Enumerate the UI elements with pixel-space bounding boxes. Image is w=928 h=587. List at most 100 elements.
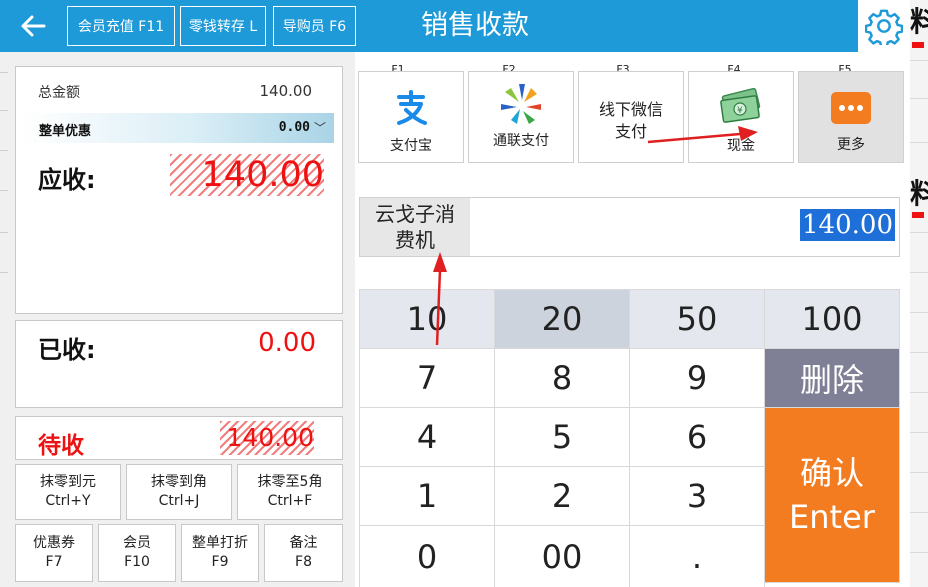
page-title: 销售收款 bbox=[421, 10, 529, 41]
key-4[interactable]: 4 bbox=[360, 408, 495, 467]
paid-label: 已收: bbox=[38, 336, 96, 364]
alipay-button[interactable]: 支付宝 bbox=[358, 71, 464, 163]
key-8[interactable]: 8 bbox=[495, 349, 630, 408]
edge-char: 料 bbox=[910, 177, 928, 210]
shortcut-key: F7 bbox=[45, 554, 63, 570]
back-arrow-icon bbox=[21, 15, 46, 37]
member-recharge-button[interactable]: 会员充值 F11 bbox=[67, 6, 175, 46]
total-amount-value: 140.00 bbox=[259, 82, 313, 100]
terminal-label: 云戈子消 费机 bbox=[360, 198, 470, 256]
alipay-icon bbox=[397, 90, 427, 125]
payment-amount-input[interactable]: 140.00 bbox=[800, 209, 895, 241]
edge-divider bbox=[910, 98, 928, 99]
edge-char: 料 bbox=[910, 5, 928, 38]
salesperson-button[interactable]: 导购员 F6 bbox=[273, 6, 356, 46]
order-discount-percent-button[interactable]: 整单打折 F9 bbox=[181, 524, 259, 582]
background-stripe bbox=[0, 150, 8, 151]
key-6[interactable]: 6 bbox=[630, 408, 765, 467]
key-1[interactable]: 1 bbox=[360, 467, 495, 526]
background-stripe bbox=[0, 72, 8, 73]
round-to-jiao-button[interactable]: 抹零到角 Ctrl+J bbox=[126, 464, 232, 520]
confirm-label: 确认 bbox=[799, 454, 864, 492]
pending-label: 待收 bbox=[38, 433, 84, 459]
payment-terminal-row: 云戈子消 费机 140.00 bbox=[359, 197, 900, 257]
shortcut-label: 优惠券 bbox=[33, 535, 75, 551]
background-stripe bbox=[0, 110, 8, 111]
cash-button[interactable]: ¥ 现金 bbox=[688, 71, 794, 163]
key-3[interactable]: 3 bbox=[630, 467, 765, 526]
back-button[interactable] bbox=[8, 8, 58, 44]
gear-icon bbox=[865, 9, 903, 45]
cash-icon: ¥ bbox=[720, 87, 761, 123]
key-0[interactable]: 0 bbox=[360, 526, 495, 587]
shortcut-key: F10 bbox=[124, 554, 150, 570]
edge-divider bbox=[910, 142, 928, 143]
order-discount-row[interactable]: 整单优惠 0.00 ﹀ bbox=[22, 113, 334, 143]
more-payment-button[interactable]: 更多 bbox=[798, 71, 904, 163]
shortcut-label: 备注 bbox=[289, 535, 318, 551]
terminal-label-line: 费机 bbox=[395, 228, 435, 252]
offline-wechat-pay-button[interactable]: 线下微信 支付 bbox=[578, 71, 684, 163]
key-9[interactable]: 9 bbox=[630, 349, 765, 408]
key-5[interactable]: 5 bbox=[495, 408, 630, 467]
title-bar: 会员充值 F11 零钱转存 L 导购员 F6 销售收款 bbox=[0, 0, 910, 52]
quick-amount-20[interactable]: 20 bbox=[495, 290, 630, 349]
allinpay-button[interactable]: 通联支付 bbox=[468, 71, 574, 163]
coupon-button[interactable]: 优惠券 F7 bbox=[15, 524, 93, 582]
edge-divider bbox=[910, 512, 928, 513]
allinpay-icon bbox=[501, 84, 541, 124]
shortcut-label: 抹零到元 bbox=[40, 474, 96, 490]
background-stripe bbox=[0, 232, 8, 233]
edge-mark bbox=[912, 212, 924, 218]
quick-amount-10[interactable]: 10 bbox=[360, 290, 495, 349]
edge-divider bbox=[910, 272, 928, 273]
amount-due-label: 应收: bbox=[38, 166, 96, 194]
remark-button[interactable]: 备注 F8 bbox=[264, 524, 343, 582]
keypad: 10 20 50 100 7 8 9 删除 4 5 6 1 2 3 0 00 .… bbox=[359, 289, 900, 587]
change-deposit-button[interactable]: 零钱转存 L bbox=[180, 6, 266, 46]
edge-divider bbox=[910, 552, 928, 553]
shortcut-key: F9 bbox=[211, 554, 229, 570]
paid-value: 0.00 bbox=[258, 328, 316, 358]
payment-label: 支付宝 bbox=[390, 138, 432, 154]
terminal-label-line: 云戈子消 bbox=[375, 202, 455, 226]
shortcut-label: 抹零到角 bbox=[151, 474, 207, 490]
shortcut-key: Ctrl+F bbox=[267, 493, 313, 509]
edge-divider bbox=[910, 432, 928, 433]
more-icon bbox=[831, 92, 871, 124]
delete-button[interactable]: 删除 bbox=[765, 349, 900, 408]
round-to-yuan-button[interactable]: 抹零到元 Ctrl+Y bbox=[15, 464, 121, 520]
order-discount-label: 整单优惠 bbox=[39, 124, 92, 139]
order-discount-value: 0.00 bbox=[278, 120, 310, 135]
edge-mark bbox=[912, 42, 924, 48]
payment-label: 线下微信 bbox=[598, 100, 663, 119]
key-00[interactable]: 00 bbox=[495, 526, 630, 587]
shortcut-label: 整单打折 bbox=[192, 535, 248, 551]
round-to-half-yuan-button[interactable]: 抹零至5角 Ctrl+F bbox=[237, 464, 343, 520]
payment-label: 支付 bbox=[614, 122, 647, 141]
shortcut-key: Ctrl+Y bbox=[45, 493, 91, 509]
total-amount-label: 总金额 bbox=[38, 85, 80, 101]
key-2[interactable]: 2 bbox=[495, 467, 630, 526]
settings-button[interactable] bbox=[858, 0, 910, 52]
shortcut-label: 会员 bbox=[123, 535, 151, 551]
payment-label: 通联支付 bbox=[493, 133, 549, 149]
quick-amount-100[interactable]: 100 bbox=[765, 290, 900, 349]
background-stripe bbox=[0, 272, 8, 273]
payment-label: 现金 bbox=[727, 138, 755, 154]
edge-divider bbox=[910, 232, 928, 233]
edge-divider bbox=[910, 312, 928, 313]
svg-text:¥: ¥ bbox=[737, 106, 743, 116]
key-decimal[interactable]: . bbox=[630, 526, 765, 587]
edge-divider bbox=[910, 352, 928, 353]
confirm-enter-button[interactable]: 确认 Enter bbox=[765, 408, 900, 583]
key-7[interactable]: 7 bbox=[360, 349, 495, 408]
chevron-down-icon: ﹀ bbox=[313, 121, 326, 135]
shortcut-key: F8 bbox=[295, 554, 312, 570]
quick-amount-50[interactable]: 50 bbox=[630, 290, 765, 349]
shortcut-label: 抹零至5角 bbox=[257, 474, 323, 490]
pending-value: 140.00 bbox=[220, 421, 314, 455]
shortcut-key: Ctrl+J bbox=[158, 493, 200, 509]
member-button[interactable]: 会员 F10 bbox=[98, 524, 176, 582]
edge-divider bbox=[910, 60, 928, 61]
